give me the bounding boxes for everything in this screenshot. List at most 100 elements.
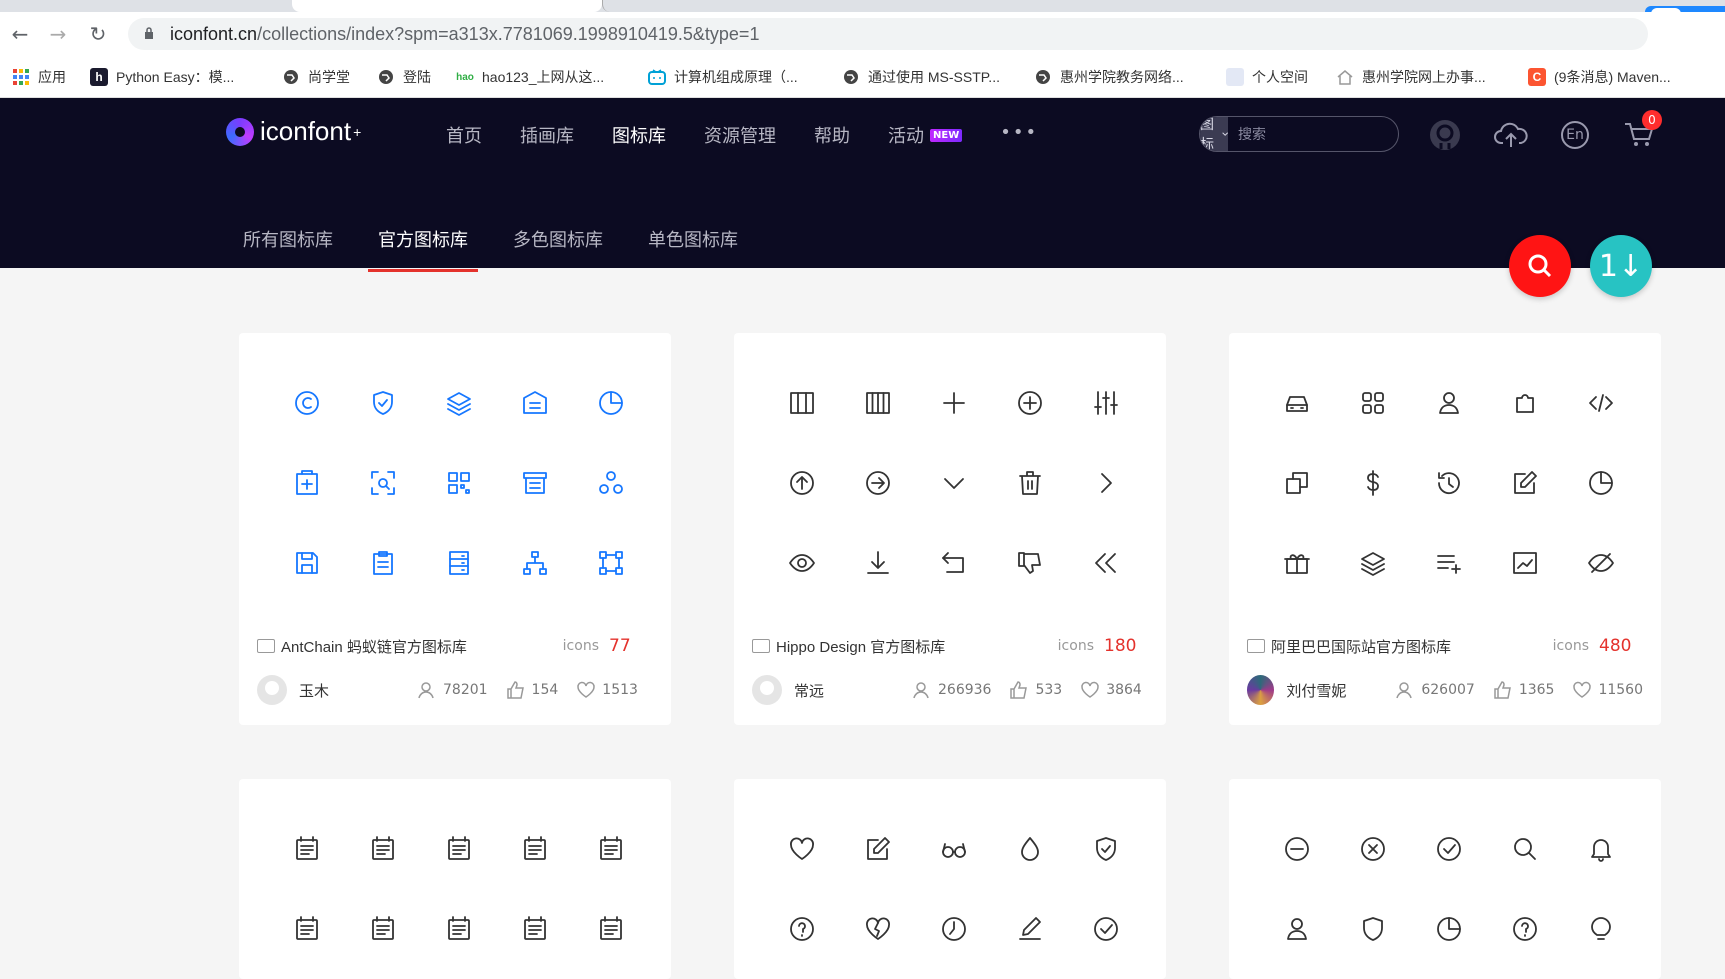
url-text: iconfont.cn/collections/index?spm=a313x.… — [170, 24, 759, 45]
avatar[interactable] — [752, 675, 782, 705]
library-card[interactable] — [239, 779, 671, 979]
more-icon[interactable]: ••• — [1000, 116, 1038, 148]
author-name[interactable]: 常远 — [794, 680, 894, 701]
language-label: En — [1566, 127, 1584, 143]
bookmark-personal-space[interactable]: 个人空间 — [1226, 65, 1308, 89]
bookmark-apps[interactable]: 应用 — [12, 65, 66, 89]
github-icon[interactable] — [1428, 118, 1462, 152]
label-icon — [573, 889, 649, 969]
library-card[interactable] — [1229, 779, 1661, 979]
bookmark-label: Python Easy：模... — [116, 69, 235, 85]
eye-icon — [764, 523, 840, 603]
tab-label: 所有图标库 — [243, 230, 333, 251]
avatar[interactable] — [257, 675, 287, 705]
globe-icon — [377, 68, 395, 86]
tab-all-libraries[interactable]: 所有图标库 — [243, 226, 333, 272]
icons-label: icons — [1057, 638, 1094, 654]
author-name[interactable]: 玉木 — [299, 680, 399, 701]
trash-icon — [992, 443, 1068, 523]
bookmark-hao123[interactable]: hao hao123_上网从这... — [456, 65, 604, 89]
nav-resource-manage[interactable]: 资源管理 — [704, 122, 776, 148]
label-icon — [497, 809, 573, 889]
url-field[interactable]: iconfont.cn/collections/index?spm=a313x.… — [128, 18, 1648, 50]
columns-3-icon — [764, 363, 840, 443]
likes-stat[interactable]: 154 — [506, 680, 558, 700]
bookmark-ms-sstp[interactable]: 通过使用 MS-SSTP... — [842, 65, 1000, 89]
reload-icon[interactable]: ↻ — [86, 22, 110, 46]
library-title[interactable]: AntChain 蚂蚁链官方图标库 — [281, 636, 563, 657]
nav-illustrations[interactable]: 插画库 — [520, 122, 574, 148]
library-card[interactable] — [734, 779, 1166, 979]
browser-tab-active[interactable] — [292, 0, 602, 12]
likes-count: 533 — [1035, 682, 1063, 698]
favorites-stat[interactable]: 11560 — [1572, 680, 1643, 700]
avatar[interactable] — [1247, 675, 1275, 705]
nav-label: 图标库 — [612, 126, 666, 147]
author-name[interactable]: 刘付雪妮 — [1286, 680, 1377, 701]
followers-stat: 626007 — [1395, 680, 1475, 700]
upload-cloud-icon[interactable] — [1494, 118, 1528, 152]
close-circle-icon — [1335, 809, 1411, 889]
label-icon — [269, 809, 345, 889]
search-type-select[interactable]: 图标 — [1200, 117, 1228, 151]
library-card[interactable]: AntChain 蚂蚁链官方图标库 icons 77 玉木 78201 154 … — [239, 333, 671, 725]
search-input[interactable] — [1228, 117, 1398, 151]
image-icon — [1487, 523, 1563, 603]
forward-icon[interactable]: → — [46, 22, 70, 46]
likes-stat[interactable]: 533 — [1009, 680, 1062, 700]
pen-icon — [992, 889, 1068, 969]
followers-count: 266936 — [938, 682, 992, 698]
page-icon — [1226, 68, 1244, 86]
library-title[interactable]: Hippo Design 官方图标库 — [776, 636, 1058, 657]
tab-multicolor-libraries[interactable]: 多色图标库 — [513, 226, 603, 272]
nav-home[interactable]: 首页 — [446, 122, 482, 148]
arrow-up-circle-icon — [764, 443, 840, 523]
icon-preview-grid — [269, 809, 641, 969]
arrow-right-circle-icon — [840, 443, 916, 523]
iconfont-logo[interactable]: iconfont + — [226, 116, 361, 147]
download-icon — [840, 523, 916, 603]
bookmark-hzu-online[interactable]: 惠州学院网上办事... — [1336, 65, 1486, 89]
heart-icon — [1573, 681, 1592, 698]
browser-tab[interactable] — [0, 0, 292, 12]
drop-icon — [992, 809, 1068, 889]
search-type-label: 图标 — [1200, 117, 1214, 152]
bookmark-csdn[interactable]: C (9条消息) Maven... — [1528, 65, 1671, 89]
database-icon — [421, 523, 497, 603]
nav-label: 活动 — [888, 126, 924, 147]
followers-stat: 266936 — [912, 680, 991, 700]
library-card[interactable]: 阿里巴巴国际站官方图标库 icons 480 刘付雪妮 626007 1365 … — [1229, 333, 1661, 725]
tab-official-libraries[interactable]: 官方图标库 — [368, 226, 478, 272]
bookmark-label: hao123_上网从这... — [482, 69, 605, 85]
bookmark-bilibili[interactable]: 计算机组成原理（... — [648, 65, 798, 89]
bank-icon — [497, 363, 573, 443]
browser-tab[interactable] — [602, 0, 902, 12]
icons-count: 480 — [1599, 636, 1632, 656]
cart-count-badge: 0 — [1642, 110, 1662, 130]
bookmark-hzu-jwc[interactable]: 惠州学院教务网络... — [1034, 65, 1184, 89]
bookmark-shangxuetang[interactable]: 尚学堂 — [282, 65, 350, 89]
nav-help[interactable]: 帮助 — [814, 122, 850, 148]
language-toggle[interactable]: En — [1558, 118, 1592, 152]
search-box: 图标 — [1199, 116, 1399, 152]
favorites-count: 11560 — [1598, 682, 1643, 698]
favorites-stat[interactable]: 3864 — [1080, 680, 1142, 700]
search-icon — [1528, 254, 1552, 278]
puzzle-icon — [1487, 363, 1563, 443]
bookmark-login[interactable]: 登陆 — [377, 65, 431, 89]
library-card[interactable]: Hippo Design 官方图标库 icons 180 常远 266936 5… — [734, 333, 1166, 725]
favorites-stat[interactable]: 1513 — [576, 680, 638, 700]
bookmark-python-easy[interactable]: h Python Easy：模... — [90, 65, 234, 89]
globe-icon — [282, 68, 300, 86]
nav-activity[interactable]: 活动 NEW — [888, 122, 963, 148]
cart-icon[interactable]: 0 — [1622, 110, 1662, 152]
nav-icon-library[interactable]: 图标库 — [612, 122, 666, 148]
bulb-icon — [1563, 889, 1639, 969]
back-icon[interactable]: ← — [8, 22, 32, 46]
library-title[interactable]: 阿里巴巴国际站官方图标库 — [1271, 636, 1553, 657]
dollar-icon — [1335, 443, 1411, 523]
likes-stat[interactable]: 1365 — [1493, 680, 1554, 700]
search-fab[interactable] — [1509, 235, 1571, 297]
sort-fab[interactable]: 1↓ — [1590, 235, 1652, 297]
tab-mono-libraries[interactable]: 单色图标库 — [648, 226, 738, 272]
